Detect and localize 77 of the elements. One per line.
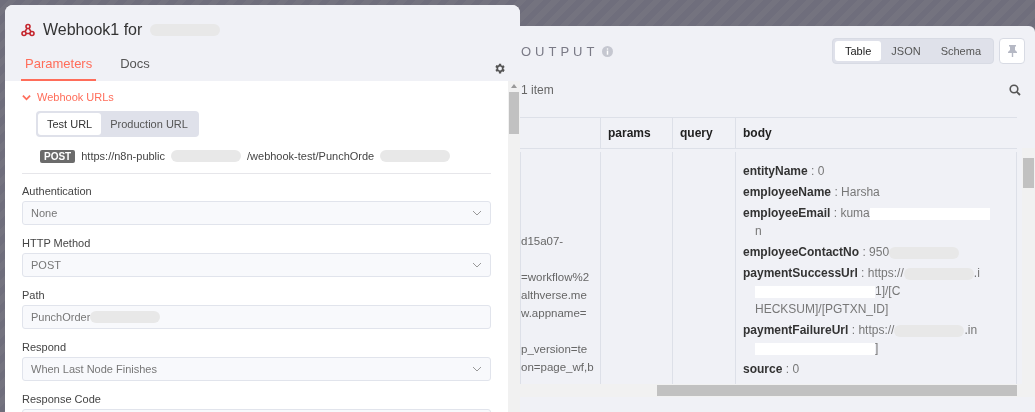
search-icon[interactable] [1009, 84, 1021, 96]
url-tab[interactable]: Test URL [38, 113, 102, 135]
separator-text: : [833, 206, 838, 220]
cell-text: althverse.me [521, 289, 587, 301]
field-key: employeeContactNo [743, 245, 860, 259]
vertical-scrollbar[interactable] [1022, 148, 1035, 397]
separator-text: : [851, 323, 856, 337]
separator-text: : [834, 185, 838, 199]
field-key: paymentFailureUrl [743, 323, 849, 337]
value-text: 1]/[C [875, 284, 901, 298]
column-header: query [680, 126, 713, 140]
value-text: 0 [792, 362, 800, 376]
panel-tab[interactable]: Docs [116, 50, 154, 81]
settings-icon[interactable] [493, 62, 506, 75]
cell-text: w.appname= [521, 307, 587, 319]
view-tab[interactable]: JSON [881, 41, 931, 61]
scroll-up-icon[interactable] [511, 84, 517, 88]
value-text: 950 [869, 245, 890, 259]
value-text: https:// [867, 266, 904, 280]
value-text: POST [31, 259, 61, 271]
item-count: 1 item [521, 83, 554, 97]
value-text: When Last Node Finishes [31, 363, 157, 375]
field-key: employeeName [743, 185, 832, 199]
field-key: source [743, 362, 783, 376]
field-key: entityName [743, 164, 808, 178]
pin-icon [1006, 45, 1018, 57]
value-text: n [755, 224, 762, 238]
view-tab[interactable]: Schema [930, 41, 991, 61]
value-text: Webhook1 for [43, 21, 143, 39]
scrollbar-thumb[interactable] [1023, 158, 1034, 188]
scrollbar-thumb[interactable] [509, 92, 519, 134]
select-field[interactable]: None [22, 201, 491, 225]
value-text: .in [964, 323, 978, 337]
value-text: Harsha [841, 185, 880, 199]
value-text: 0 [817, 164, 825, 178]
view-tab[interactable]: Table [835, 41, 882, 61]
info-icon[interactable] [602, 45, 614, 57]
field-label: HTTP Method [22, 237, 92, 249]
select-field[interactable]: When Last Node Finishes [22, 357, 491, 381]
separator-text: : [862, 245, 866, 259]
webhook-icon [21, 23, 35, 37]
value-text: None [31, 207, 58, 219]
cell-text: =workflow%2 [521, 271, 590, 283]
scrollbar-thumb[interactable] [657, 385, 1017, 396]
value-text: ] [875, 341, 879, 355]
chevron-icon [472, 262, 482, 268]
cell-text: d15a07- [521, 235, 564, 247]
column-header: body [743, 126, 772, 140]
separator-text: : [785, 362, 790, 376]
chevron-icon [472, 210, 482, 216]
url-tab[interactable]: Production URL [101, 113, 197, 135]
chevron-icon [22, 92, 31, 102]
chevron-icon [472, 366, 482, 372]
panel-title: OUTPUT [521, 43, 599, 59]
value-text: kuma [840, 206, 870, 220]
column-header: params [608, 126, 651, 140]
pin-button[interactable] [999, 38, 1025, 64]
cell-text: on=page_wf,b [521, 361, 594, 373]
value-text: HECKSUM]/[PGTXN_ID] [755, 302, 889, 316]
value-text: .i [973, 266, 980, 280]
cell-text: p_version=te [521, 343, 588, 355]
field-label: Response Code [22, 393, 102, 405]
scrollbar[interactable] [508, 81, 520, 412]
input-field[interactable]: PunchOrder [22, 305, 491, 329]
value-text: /webhook-test/PunchOrde [247, 150, 375, 162]
method-badge: POST [40, 149, 76, 163]
value-text: PunchOrder [31, 311, 91, 323]
field-label: Authentication [22, 185, 93, 197]
field-key: paymentSuccessUrl [743, 266, 858, 280]
field-label: Path [22, 289, 46, 301]
value-text: https://n8n-public [81, 150, 165, 162]
select-field[interactable]: POST [22, 253, 491, 277]
separator-text: : [861, 266, 865, 280]
value-text: https:// [858, 323, 895, 337]
field-label: Respond [22, 341, 68, 353]
field-key: employeeEmail [743, 206, 831, 220]
separator-text: : [811, 164, 815, 178]
